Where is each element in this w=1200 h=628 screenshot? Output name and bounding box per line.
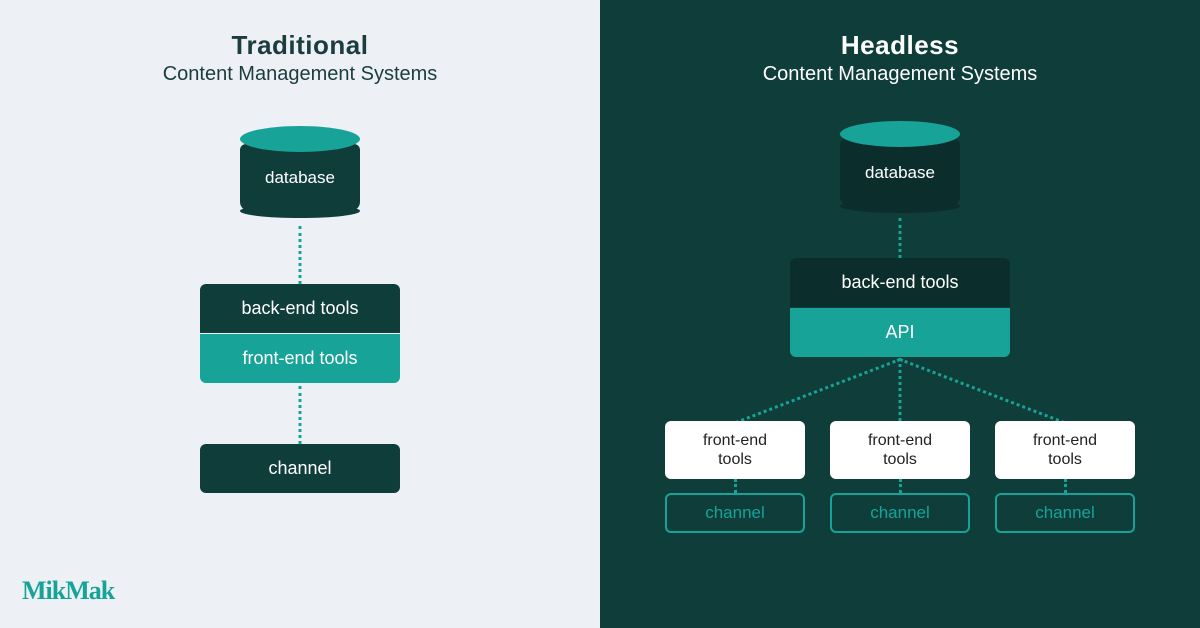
api-node: API — [790, 308, 1010, 357]
traditional-panel: Traditional Content Management Systems d… — [0, 0, 600, 628]
connector — [899, 218, 902, 258]
frontend-label: front-end tools — [665, 431, 805, 469]
connector — [899, 358, 902, 421]
branch-2: front-end tools channel — [830, 421, 970, 533]
database-top-icon — [840, 121, 960, 147]
connector — [899, 479, 902, 493]
traditional-diagram: database back-end tools front-end tools … — [0, 86, 600, 606]
headless-title: Headless — [600, 30, 1200, 61]
connector — [734, 479, 737, 493]
backend-node: back-end tools — [200, 284, 400, 333]
frontend-label: front-end tools — [830, 431, 970, 469]
connector — [299, 386, 302, 444]
frontend-node: front-end tools — [995, 421, 1135, 479]
database-top-icon — [240, 126, 360, 152]
database-node: database — [840, 121, 960, 207]
connector — [899, 358, 1064, 424]
headless-subtitle: Content Management Systems — [600, 63, 1200, 86]
connector — [1064, 479, 1067, 493]
branch-1: front-end tools channel — [665, 421, 805, 533]
channel-node: channel — [665, 493, 805, 533]
database-node: database — [240, 126, 360, 212]
frontend-label: front-end tools — [995, 431, 1135, 469]
traditional-title: Traditional — [0, 30, 600, 61]
headless-panel: Headless Content Management Systems data… — [600, 0, 1200, 628]
headless-diagram: database back-end tools API front-end to… — [600, 86, 1200, 606]
channel-node: channel — [200, 444, 400, 493]
branch-3: front-end tools channel — [995, 421, 1135, 533]
connector — [299, 226, 302, 284]
traditional-subtitle: Content Management Systems — [0, 63, 600, 86]
frontend-node: front-end tools — [830, 421, 970, 479]
channel-node: channel — [830, 493, 970, 533]
channel-node: channel — [995, 493, 1135, 533]
traditional-title-block: Traditional Content Management Systems — [0, 30, 600, 86]
database-label: database — [240, 144, 360, 212]
database-label: database — [840, 139, 960, 207]
headless-title-block: Headless Content Management Systems — [600, 30, 1200, 86]
frontend-node: front-end tools — [665, 421, 805, 479]
brand-logo: MikMak — [22, 576, 114, 606]
frontend-node: front-end tools — [200, 334, 400, 383]
connector — [735, 358, 900, 424]
backend-node: back-end tools — [790, 258, 1010, 307]
